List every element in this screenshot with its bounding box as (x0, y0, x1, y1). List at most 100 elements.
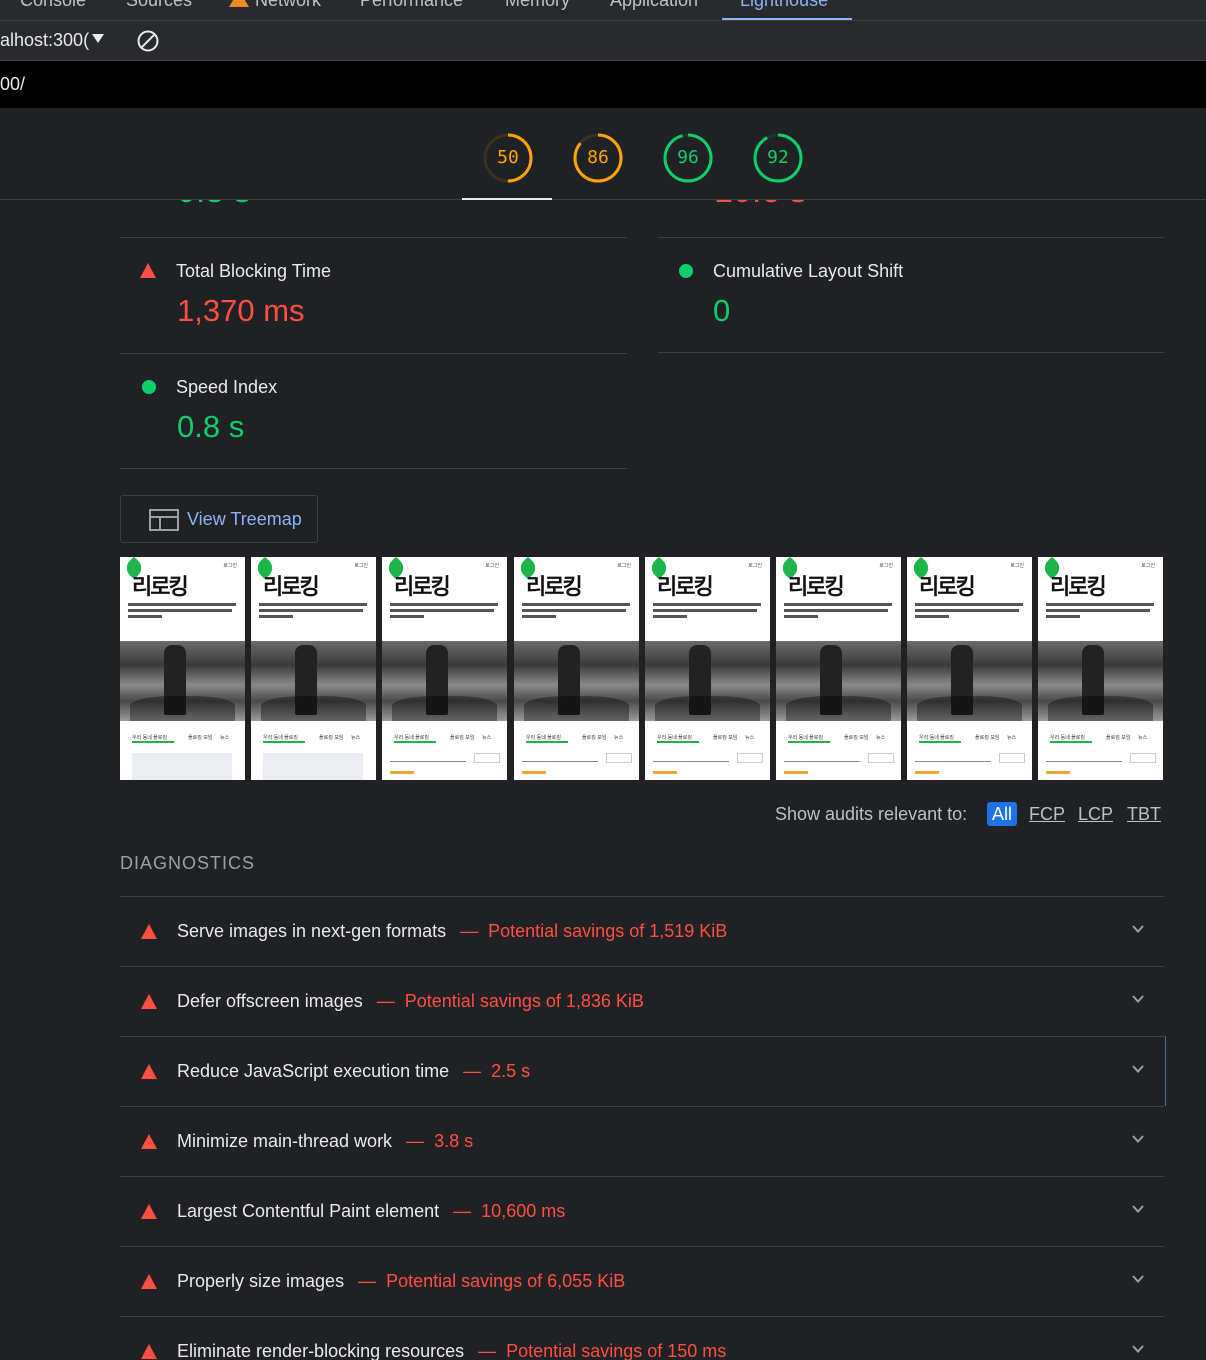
url-bar: 00/ (0, 61, 1206, 108)
filter-chip-tbt[interactable]: TBT (1127, 804, 1161, 825)
filter-chip-lcp[interactable]: LCP (1078, 804, 1113, 825)
nav-item: 플로킹 모임 (319, 735, 344, 741)
login-link: 로그인 (1141, 563, 1155, 569)
small-button (474, 753, 500, 763)
login-link: 로그인 (485, 563, 499, 569)
description-line (1046, 609, 1150, 612)
view-treemap-button[interactable]: View Treemap (120, 495, 318, 543)
tab-network[interactable]: Network (229, 0, 321, 11)
filmstrip-frame: 리로킹 로그인 우리 동네 플로킹 플로킹 모임 뉴스 (120, 557, 245, 780)
filmstrip-frame: 리로킹 로그인 우리 동네 플로킹 플로킹 모임 뉴스 (514, 557, 639, 780)
audit-detail: Potential savings of 150 ms (506, 1341, 727, 1360)
chevron-down-icon (1132, 1275, 1144, 1283)
metric-value: 0.8 s (177, 409, 245, 444)
divider (120, 237, 627, 238)
tab-memory[interactable]: Memory (505, 0, 570, 11)
score-gauge-accessibility[interactable]: 86 (572, 132, 624, 184)
score-gauge-seo[interactable]: 92 (752, 132, 804, 184)
nav-item: 플로킹 모임 (582, 735, 607, 741)
audit-title: Reduce JavaScript execution time — 2.5 s (177, 1061, 530, 1082)
site-logo: 리로킹 (1050, 575, 1107, 600)
audit-filter-label: Show audits relevant to: (775, 804, 968, 824)
nav-active-underline (263, 741, 305, 743)
description-line (128, 615, 162, 618)
nav-item: 플로킹 모임 (1106, 735, 1131, 741)
small-button (1130, 753, 1156, 763)
fail-triangle-icon (140, 263, 156, 278)
filter-chip-all[interactable]: All (987, 802, 1017, 826)
highlight-text (915, 771, 939, 774)
tab-performance[interactable]: Performance (360, 0, 463, 11)
metric-value-clipped-right: 10.6 s (714, 200, 807, 211)
description-line (915, 615, 949, 618)
audit-detail: Potential savings of 1,519 KiB (488, 921, 728, 941)
description-line (522, 615, 556, 618)
metric-value: 0 (713, 293, 731, 328)
audit-title: Eliminate render-blocking resources — Pote… (177, 1341, 726, 1360)
score-value: 96 (677, 147, 699, 168)
tab-application[interactable]: Application (610, 0, 698, 11)
login-link: 로그인 (354, 563, 368, 569)
description-line (1046, 615, 1080, 618)
audit-title: Defer offscreen images — Potential savings… (177, 991, 644, 1012)
chevron-down-icon (1132, 925, 1144, 933)
description-line (259, 609, 363, 612)
site-logo: 리로킹 (526, 575, 583, 600)
audit-item[interactable]: Properly size images — Potential savings o… (120, 1246, 1164, 1316)
filter-chip-fcp[interactable]: FCP (1029, 804, 1065, 825)
audit-item[interactable]: Minimize main-thread work — 3.8 s (120, 1106, 1164, 1176)
audit-item[interactable]: Serve images in next-gen formats — Potenti… (120, 896, 1164, 966)
audit-item[interactable]: Reduce JavaScript execution time — 2.5 s (120, 1036, 1166, 1106)
hero-photo (514, 641, 639, 721)
chevron-down-icon (1132, 1065, 1144, 1073)
small-button (999, 753, 1025, 763)
hero-photo (1038, 641, 1163, 721)
metric-title: Cumulative Layout Shift (713, 261, 904, 281)
description-line (784, 615, 818, 618)
clear-icon[interactable] (136, 29, 160, 53)
nav-item: 뉴스 (614, 735, 624, 741)
tab-console[interactable]: Console (20, 0, 86, 11)
fail-triangle-icon (141, 1274, 157, 1289)
nav-item: 플로킹 모임 (713, 735, 738, 741)
description-line (915, 603, 1023, 606)
audit-item[interactable]: Defer offscreen images — Potential savings… (120, 966, 1164, 1036)
audit-title-text: Eliminate render-blocking resources (177, 1341, 465, 1360)
select-field (390, 761, 466, 762)
audit-item[interactable]: Largest Contentful Paint element — 10,600 … (120, 1176, 1164, 1246)
description-line (259, 603, 367, 606)
audit-item[interactable]: Eliminate render-blocking resources — Pote… (120, 1316, 1164, 1360)
tab-sources[interactable]: Sources (126, 0, 192, 11)
small-button (737, 753, 763, 763)
nav-item: 뉴스 (482, 735, 492, 741)
pass-dot-icon (679, 264, 693, 278)
audit-separator: — (358, 1271, 377, 1291)
nav-active-underline (788, 741, 830, 743)
warning-icon (229, 0, 249, 7)
nav-active-underline (919, 741, 961, 743)
login-link: 로그인 (879, 563, 893, 569)
audit-title-text: Reduce JavaScript execution time (177, 1061, 450, 1081)
metric-value-clipped-left: 0.8 s (177, 200, 251, 211)
audit-title: Largest Contentful Paint element — 10,600 … (177, 1201, 565, 1222)
loading-placeholder (132, 753, 232, 780)
description-line (915, 609, 1019, 612)
fail-triangle-icon (141, 1134, 157, 1149)
select-field (522, 761, 598, 762)
loading-placeholder (263, 753, 363, 780)
report-url-select[interactable]: alhost:300( (0, 30, 105, 51)
nav-item: 플로킹 모임 (975, 735, 1000, 741)
nav-item: 뉴스 (220, 735, 230, 741)
site-logo: 리로킹 (394, 575, 451, 600)
tab-lighthouse[interactable]: Lighthouse (740, 0, 828, 11)
treemap-icon (149, 509, 179, 531)
filmstrip-frame: 리로킹 로그인 우리 동네 플로킹 플로킹 모임 뉴스 (907, 557, 1032, 780)
login-link: 로그인 (1010, 563, 1024, 569)
audit-title: Properly size images — Potential savings o… (177, 1271, 625, 1292)
nav-active-underline (394, 741, 436, 743)
score-gauge-performance[interactable]: 50 (482, 132, 534, 184)
devtools-tab-strip: Console Sources Network Performance Memo… (0, 0, 1206, 21)
site-logo: 리로킹 (657, 575, 714, 600)
nav-item: 플로킹 모임 (844, 735, 869, 741)
score-gauge-best-practices[interactable]: 96 (662, 132, 714, 184)
